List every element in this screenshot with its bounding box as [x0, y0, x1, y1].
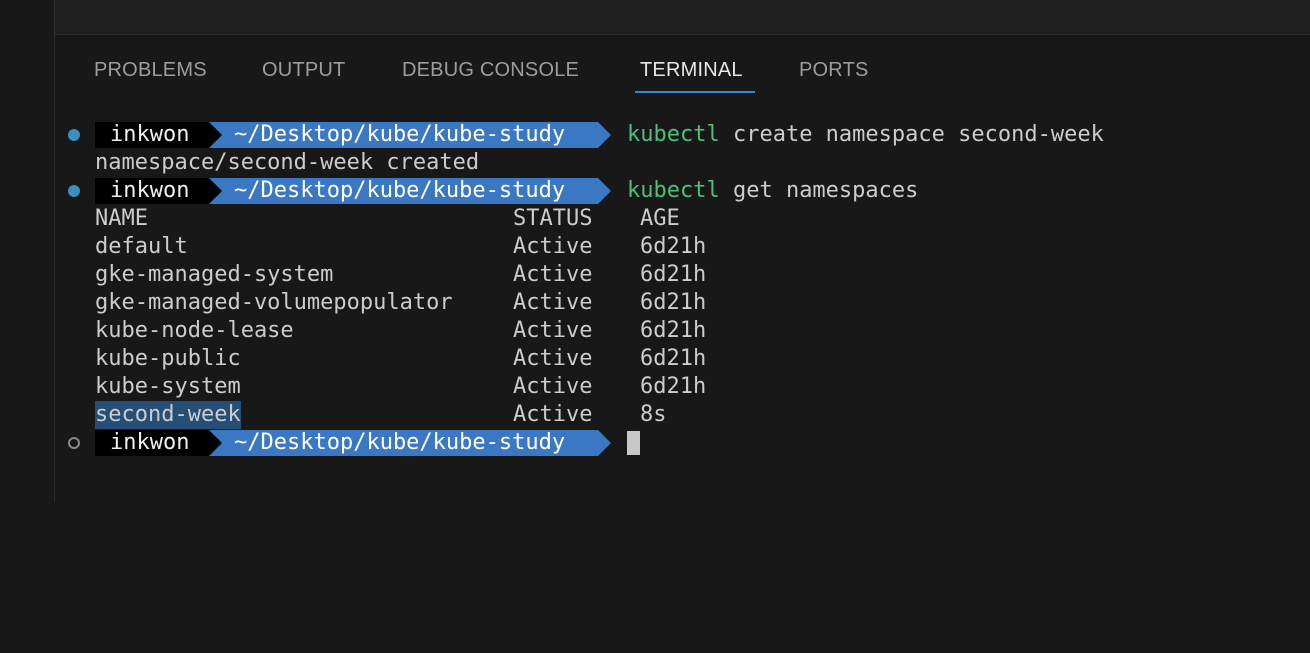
command-success-dot-icon[interactable]	[68, 129, 80, 141]
command-program: kubectl	[627, 122, 720, 147]
tab-terminal[interactable]: TERMINAL	[640, 59, 743, 89]
bottom-panel: PROBLEMS OUTPUT DEBUG CONSOLE TERMINAL P…	[55, 35, 1310, 502]
namespace-name: default	[95, 234, 188, 259]
prompt-user-segment: inkwon	[95, 122, 209, 148]
table-row: kube-public Active 6d21h	[55, 345, 706, 373]
active-tab-indicator	[635, 91, 755, 93]
table-header-row: NAME STATUS AGE	[55, 205, 680, 233]
namespace-name: kube-node-lease	[95, 318, 294, 343]
namespace-status: Active	[513, 346, 593, 371]
powerline-arrow-icon	[598, 178, 611, 204]
command-text: kubectl get namespaces	[627, 177, 918, 205]
namespace-age: 6d21h	[640, 234, 707, 259]
tab-output[interactable]: OUTPUT	[262, 59, 345, 89]
namespace-status: Active	[513, 234, 593, 259]
prompt-path: ~/Desktop/kube/kube-study	[234, 122, 566, 147]
powerline-arrow-icon	[209, 430, 222, 456]
table-row: kube-node-lease Active 6d21h	[55, 317, 706, 345]
output-line: namespace/second-week created	[55, 149, 479, 177]
prompt-path: ~/Desktop/kube/kube-study	[234, 430, 566, 455]
prompt-line: inkwon ~/Desktop/kube/kube-study kubectl…	[55, 121, 1104, 149]
namespace-status: Active	[513, 262, 593, 287]
namespace-status: Active	[513, 290, 593, 315]
tab-problems[interactable]: PROBLEMS	[94, 59, 207, 89]
table-row: default Active 6d21h	[55, 233, 706, 261]
command-args: get namespaces	[719, 178, 919, 203]
namespace-status: Active	[513, 374, 593, 399]
command-text: kubectl create namespace second-week	[627, 121, 1104, 149]
tab-debug-console[interactable]: DEBUG CONSOLE	[402, 59, 579, 89]
namespace-age: 8s	[640, 402, 667, 427]
namespace-age: 6d21h	[640, 290, 707, 315]
table-row: kube-system Active 6d21h	[55, 373, 706, 401]
prompt-path-segment: ~/Desktop/kube/kube-study	[209, 122, 598, 148]
header-status: STATUS	[513, 206, 593, 231]
panel-tab-bar: PROBLEMS OUTPUT DEBUG CONSOLE TERMINAL P…	[55, 35, 1310, 105]
namespace-name: kube-public	[95, 346, 241, 371]
table-row: gke-managed-system Active 6d21h	[55, 261, 706, 289]
table-row: second-week Active 8s	[55, 401, 667, 429]
prompt-user: inkwon	[110, 430, 190, 455]
powerline-arrow-icon	[209, 122, 222, 148]
create-output: namespace/second-week created	[95, 150, 480, 175]
header-age: AGE	[640, 206, 680, 231]
powerline-arrow-icon	[209, 178, 222, 204]
prompt-line-current: inkwon ~/Desktop/kube/kube-study	[55, 429, 640, 457]
namespace-status: Active	[513, 402, 593, 427]
command-pending-dot-icon[interactable]	[68, 437, 80, 449]
prompt-line: inkwon ~/Desktop/kube/kube-study kubectl…	[55, 177, 918, 205]
editor-area	[55, 0, 1310, 35]
table-row: gke-managed-volumepopulator Active 6d21h	[55, 289, 706, 317]
terminal-view[interactable]: inkwon ~/Desktop/kube/kube-study kubectl…	[55, 121, 1310, 502]
terminal-cursor[interactable]	[627, 431, 640, 455]
namespace-age: 6d21h	[640, 318, 707, 343]
tab-ports[interactable]: PORTS	[799, 59, 869, 89]
namespace-age: 6d21h	[640, 374, 707, 399]
prompt-path-segment: ~/Desktop/kube/kube-study	[209, 178, 598, 204]
prompt-user-segment: inkwon	[95, 178, 209, 204]
namespace-name: gke-managed-system	[95, 262, 334, 287]
prompt-user: inkwon	[110, 178, 190, 203]
prompt-path: ~/Desktop/kube/kube-study	[234, 178, 566, 203]
command-program: kubectl	[627, 178, 720, 203]
activity-bar-edge	[0, 0, 55, 502]
command-args: create namespace second-week	[719, 122, 1104, 147]
prompt-user-segment: inkwon	[95, 430, 209, 456]
header-name: NAME	[95, 206, 148, 231]
powerline-arrow-icon	[598, 122, 611, 148]
command-success-dot-icon[interactable]	[68, 185, 80, 197]
namespace-age: 6d21h	[640, 262, 707, 287]
namespace-age: 6d21h	[640, 346, 707, 371]
namespace-name: kube-system	[95, 374, 241, 399]
prompt-path-segment: ~/Desktop/kube/kube-study	[209, 430, 598, 456]
prompt-user: inkwon	[110, 122, 190, 147]
namespace-name: gke-managed-volumepopulator	[95, 290, 453, 315]
powerline-arrow-icon	[598, 430, 611, 456]
namespace-status: Active	[513, 318, 593, 343]
namespace-name-selected[interactable]: second-week	[95, 401, 241, 429]
